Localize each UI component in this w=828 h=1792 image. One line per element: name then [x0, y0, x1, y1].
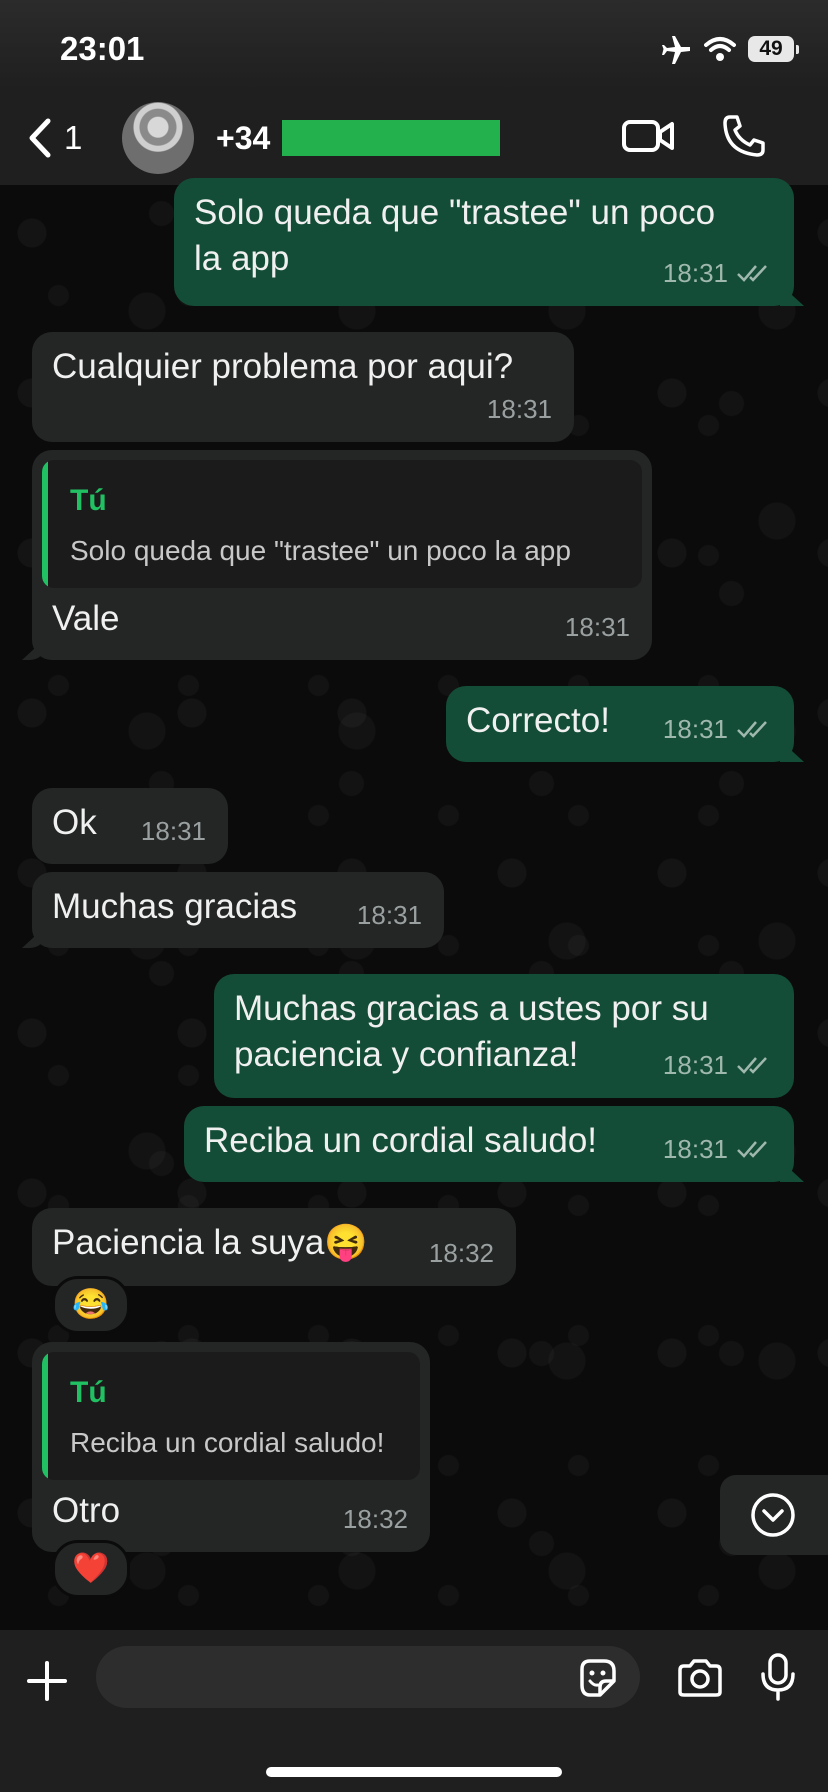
double-check-icon [737, 721, 767, 738]
message-text: Vale [52, 599, 120, 638]
message-time: 18:32 [342, 1504, 408, 1534]
status-time: 23:01 [60, 30, 145, 67]
message-outgoing[interactable]: Muchas gracias a ustes por su paciencia … [214, 974, 794, 1098]
microphone-icon[interactable] [760, 1652, 796, 1702]
message-outgoing[interactable]: Solo queda que "trastee" un poco la app … [174, 178, 794, 306]
message-time: 18:31 [356, 900, 422, 930]
quote-author: Tú [70, 484, 107, 517]
message-incoming[interactable]: Muchas gracias 18:31 [32, 872, 444, 948]
status-bar: 23:01 49 [0, 0, 828, 90]
message-time: 18:32 [428, 1238, 494, 1268]
battery-indicator: 49 [748, 36, 799, 62]
message-time: 18:31 [662, 258, 728, 288]
message-text: Otro [52, 1491, 121, 1530]
message-composer [0, 1630, 828, 1792]
message-incoming[interactable]: Paciencia la suya😝 18:32 [32, 1208, 516, 1286]
message-reaction[interactable]: 😂 [52, 1276, 130, 1334]
message-reaction[interactable]: ❤️ [52, 1540, 130, 1598]
home-indicator[interactable] [266, 1767, 562, 1777]
scroll-to-bottom-button[interactable] [720, 1475, 828, 1555]
message-text: Muchas gracias a ustes por su paciencia … [234, 989, 709, 1074]
double-check-icon [737, 1141, 767, 1158]
quoted-message[interactable]: Tú Solo queda que "trastee" un poco la a… [42, 460, 642, 588]
message-time: 18:31 [662, 1050, 728, 1080]
message-outgoing[interactable]: Reciba un cordial saludo! 18:31 [184, 1106, 794, 1182]
message-incoming-reply[interactable]: Tú Solo queda que "trastee" un poco la a… [32, 450, 652, 660]
chevron-left-icon [29, 118, 51, 158]
quote-text: Reciba un cordial saludo! [70, 1427, 385, 1458]
wifi-icon [704, 37, 736, 61]
unread-count: 1 [64, 119, 83, 156]
message-text: Paciencia la suya😝 [52, 1223, 368, 1262]
avatar[interactable] [122, 102, 194, 174]
phone-icon[interactable] [722, 114, 766, 158]
contact-name[interactable]: +34 [216, 120, 270, 157]
status-icons: 49 [660, 34, 799, 64]
chat-header: 1 +34 [0, 90, 828, 185]
message-time: 18:31 [564, 612, 630, 642]
message-text: Solo queda que "trastee" un poco la app [194, 193, 716, 278]
plus-icon[interactable] [26, 1660, 68, 1702]
quote-author: Tú [70, 1376, 107, 1409]
double-check-icon [737, 265, 767, 282]
message-incoming[interactable]: Ok 18:31 [32, 788, 228, 864]
message-time: 18:31 [662, 1134, 728, 1164]
message-text: Ok [52, 803, 97, 842]
sticker-icon[interactable] [576, 1657, 618, 1699]
message-incoming-reply[interactable]: Tú Reciba un cordial saludo! Otro 18:32 [32, 1342, 430, 1552]
message-text: Correcto! [466, 701, 610, 740]
message-text: Muchas gracias [52, 887, 298, 926]
message-incoming[interactable]: Cualquier problema por aqui? 18:31 [32, 332, 574, 442]
camera-icon[interactable] [676, 1658, 724, 1698]
airplane-icon [662, 36, 690, 64]
message-text: Reciba un cordial saludo! [204, 1121, 598, 1160]
chat-screen: 23:01 49 1 +34 Solo queda que "trastee" … [0, 0, 828, 1792]
back-button[interactable]: 1 [24, 118, 82, 158]
message-time: 18:31 [140, 816, 206, 846]
double-check-icon [737, 1057, 767, 1074]
video-camera-icon[interactable] [622, 114, 674, 158]
message-text: Cualquier problema por aqui? [52, 347, 514, 386]
redacted-phone-number [282, 120, 500, 156]
message-time: 18:31 [662, 714, 728, 744]
message-input[interactable] [96, 1646, 640, 1708]
quote-text: Solo queda que "trastee" un poco la app [70, 535, 571, 566]
message-time: 18:31 [486, 394, 552, 424]
message-outgoing[interactable]: Correcto! 18:31 [446, 686, 794, 762]
chevron-down-circle-icon [751, 1493, 795, 1537]
quoted-message[interactable]: Tú Reciba un cordial saludo! [42, 1352, 420, 1480]
